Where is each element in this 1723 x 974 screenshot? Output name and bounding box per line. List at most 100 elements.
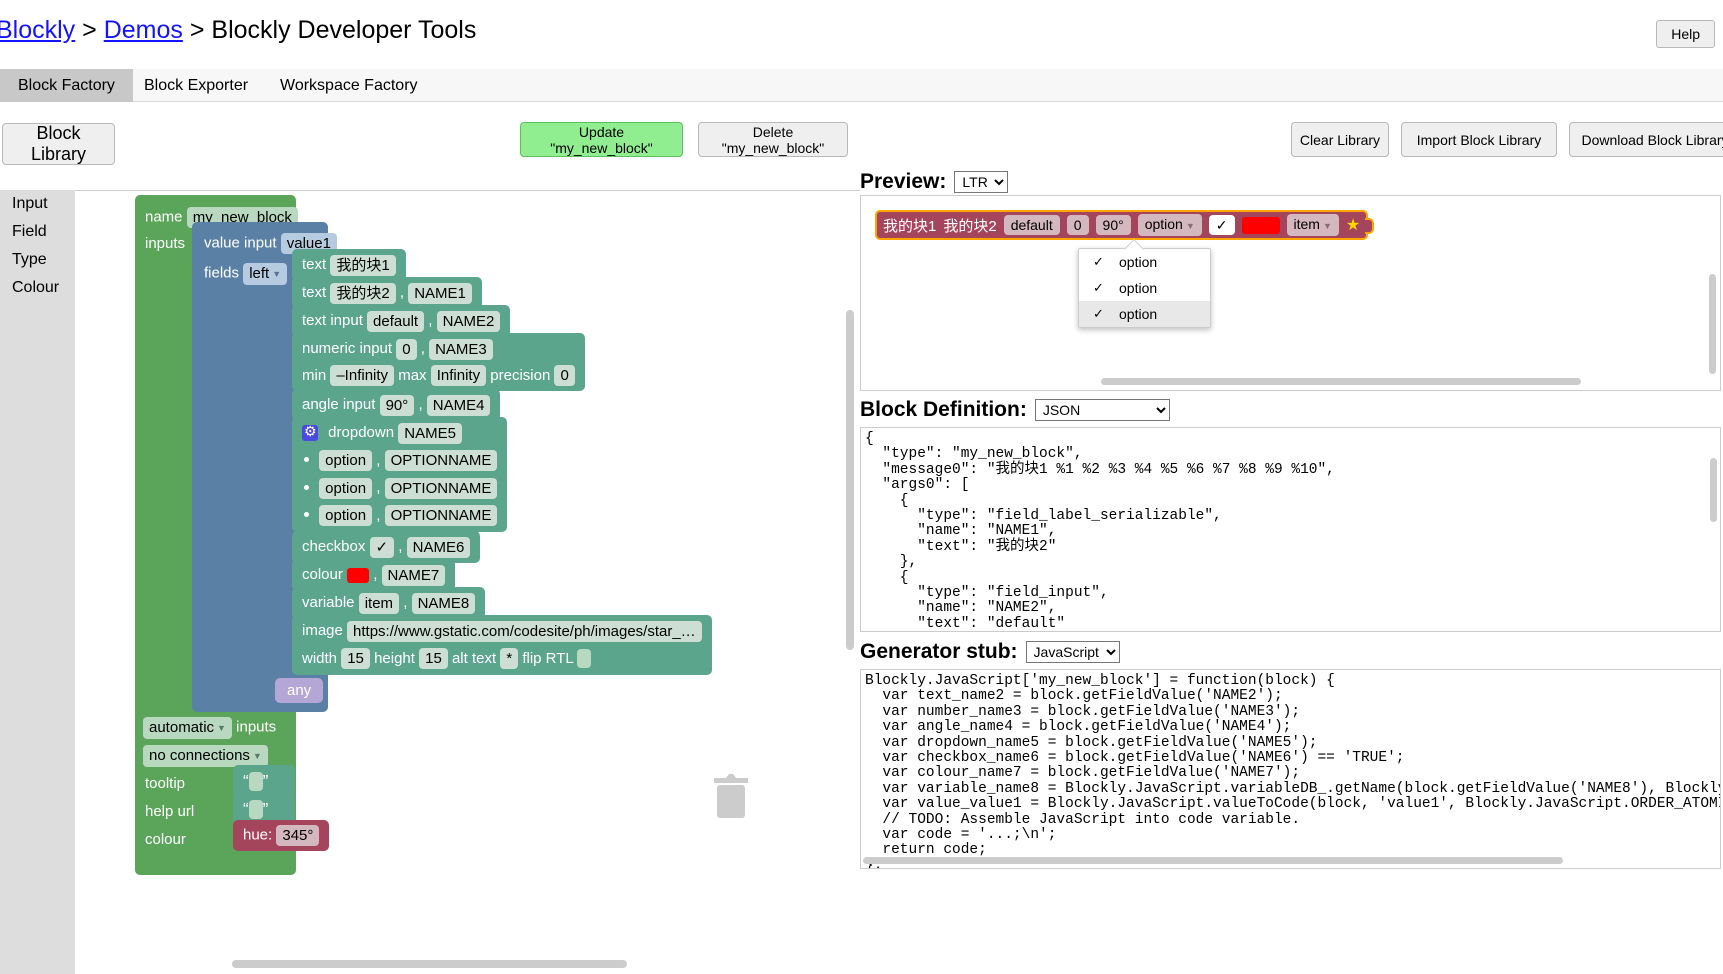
field-angle-value[interactable]: 90° <box>379 394 415 416</box>
field-image-src[interactable]: https://www.gstatic.com/codesite/ph/imag… <box>347 620 702 642</box>
toolbox-item-type[interactable]: Type <box>0 246 75 274</box>
gear-icon[interactable] <box>302 422 318 442</box>
definition-vertical-scrollbar[interactable] <box>1710 458 1717 522</box>
field-block-image[interactable]: image https://www.gstatic.com/codesite/p… <box>292 615 712 676</box>
field-name-value[interactable]: NAME2 <box>436 310 501 332</box>
field-flip-rtl-checkbox[interactable] <box>577 649 592 669</box>
download-block-library-button[interactable]: Download Block Library <box>1569 122 1723 157</box>
field-text-value[interactable]: 我的块2 <box>330 282 396 304</box>
inline-dropdown[interactable]: automatic ▼ <box>143 717 232 739</box>
block-workspace[interactable]: name my_new_block inputs automatic ▼ inpu… <box>75 190 860 974</box>
field-label: dropdown <box>328 424 395 441</box>
field-image-width[interactable]: 15 <box>341 648 370 670</box>
field-variable-value[interactable]: item <box>358 592 400 614</box>
field-label: numeric input <box>302 340 393 357</box>
type-any-block[interactable]: any <box>275 678 324 703</box>
field-name-value[interactable]: NAME1 <box>408 282 472 304</box>
tab-block-exporter[interactable]: Block Exporter <box>126 69 266 102</box>
dropdown-menu-item-selected[interactable]: ✓ option <box>1079 301 1210 327</box>
field-name-value[interactable]: NAME5 <box>398 422 462 444</box>
option-name-field[interactable]: OPTIONNAME <box>384 450 498 472</box>
field-block-variable[interactable]: variable item , NAME8 <box>292 587 486 619</box>
preview-checkbox-field[interactable]: ✓ <box>1208 215 1235 235</box>
generator-language-select[interactable]: JavaScript <box>1025 641 1120 663</box>
preview-angle-field[interactable]: 90° <box>1095 215 1131 235</box>
field-block-text-input[interactable]: text input default , NAME2 <box>292 305 511 337</box>
connections-dropdown[interactable]: no connections ▼ <box>143 745 268 767</box>
breadcrumb-link-demos[interactable]: Demos <box>104 16 183 44</box>
dropdown-menu-item[interactable]: ✓ option <box>1079 275 1210 301</box>
option-name-field[interactable]: OPTIONNAME <box>384 477 498 499</box>
bullet-icon <box>304 512 309 518</box>
field-block-dropdown[interactable]: dropdown NAME5 option , OPTIONNAME optio… <box>292 417 508 533</box>
dropdown-menu-item[interactable]: ✓ option <box>1079 249 1210 275</box>
delete-block-button[interactable]: Delete "my_new_block" <box>698 122 848 157</box>
quote-open-icon: “ <box>243 799 249 819</box>
preview-text-input-field[interactable]: default <box>1003 215 1060 235</box>
field-name-value[interactable]: NAME3 <box>429 338 493 360</box>
field-block-checkbox[interactable]: checkbox ✓ , NAME6 <box>292 531 481 563</box>
field-precision-value[interactable]: 0 <box>554 365 575 387</box>
field-block-angle[interactable]: angle input 90° , NAME4 <box>292 389 501 421</box>
preview-horizontal-scrollbar[interactable] <box>1101 378 1581 385</box>
toolbox-item-field[interactable]: Field <box>0 218 75 246</box>
block-definition-code[interactable]: { "type": "my_new_block", "message0": "我… <box>861 428 1720 631</box>
preview-dropdown-menu[interactable]: ✓ option ✓ option ✓ option <box>1078 239 1211 328</box>
field-name-value[interactable]: NAME6 <box>406 536 471 558</box>
preview-workspace[interactable]: 我的块1 我的块2 default 0 90° option ▼ ✓ item ▼ … <box>860 195 1721 391</box>
helpurl-value-field[interactable] <box>248 799 263 819</box>
preview-colour-field[interactable] <box>1241 216 1280 234</box>
preview-variable-field[interactable]: item ▼ <box>1286 214 1339 236</box>
field-image-height[interactable]: 15 <box>419 648 448 670</box>
field-align-dropdown[interactable]: left ▼ <box>243 263 288 285</box>
tab-block-factory[interactable]: Block Factory <box>0 69 133 102</box>
field-block-numeric[interactable]: numeric input 0 , NAME3 min –Infinity ma… <box>292 333 585 392</box>
field-name-value[interactable]: NAME7 <box>381 564 446 586</box>
preview-dropdown-field[interactable]: option ▼ <box>1137 214 1202 236</box>
preview-vertical-scrollbar[interactable] <box>1709 274 1716 374</box>
toolbox-item-input[interactable]: Input <box>0 190 75 218</box>
field-block-text-2[interactable]: text 我的块2 , NAME1 <box>292 277 482 309</box>
preview-direction-select[interactable]: LTR <box>954 171 1009 193</box>
preview-block[interactable]: 我的块1 我的块2 default 0 90° option ▼ ✓ item ▼ … <box>875 210 1375 240</box>
update-block-button[interactable]: Update "my_new_block" <box>520 122 683 157</box>
tooltip-text-block[interactable]: “” <box>233 765 295 797</box>
field-name-value[interactable]: NAME8 <box>411 592 476 614</box>
field-block-colour[interactable]: colour , NAME7 <box>292 559 456 591</box>
field-block-text-1[interactable]: text 我的块1 <box>292 249 406 281</box>
generator-stub-editor[interactable]: Blockly.JavaScript['my_new_block'] = fun… <box>860 669 1721 869</box>
field-numeric-value[interactable]: 0 <box>396 338 417 360</box>
tooltip-value-field[interactable] <box>248 771 263 791</box>
preview-number-field[interactable]: 0 <box>1066 215 1089 235</box>
field-max-value[interactable]: Infinity <box>430 365 487 387</box>
field-label: image <box>302 622 343 639</box>
block-definition-format-select[interactable]: JSON <box>1034 399 1170 421</box>
field-checkbox-value[interactable]: ✓ <box>369 536 395 558</box>
colour-hue-block[interactable]: hue: 345° <box>233 820 330 851</box>
tab-workspace-factory[interactable]: Workspace Factory <box>262 69 436 102</box>
import-block-library-button[interactable]: Import Block Library <box>1401 122 1557 157</box>
clear-library-button[interactable]: Clear Library <box>1291 122 1389 157</box>
toolbox-item-colour[interactable]: Colour <box>0 274 75 302</box>
field-name-value[interactable]: NAME4 <box>426 394 491 416</box>
option-name-field[interactable]: OPTIONNAME <box>384 505 498 527</box>
field-text-value[interactable]: 我的块1 <box>330 254 396 276</box>
generator-stub-code[interactable]: Blockly.JavaScript['my_new_block'] = fun… <box>861 670 1720 868</box>
max-label: max <box>398 366 427 384</box>
generator-horizontal-scrollbar[interactable] <box>863 857 1563 864</box>
help-button[interactable]: Help <box>1656 20 1715 48</box>
colour-swatch[interactable] <box>347 567 370 583</box>
hue-value-field[interactable]: 345° <box>276 825 320 846</box>
field-min-value[interactable]: –Infinity <box>330 365 395 387</box>
breadcrumb-link-blockly[interactable]: Blockly <box>0 16 75 44</box>
field-default-value[interactable]: default <box>367 310 425 332</box>
option-label-field[interactable]: option <box>319 477 373 499</box>
workspace-vertical-scrollbar[interactable] <box>846 310 854 650</box>
field-image-alt[interactable]: * <box>500 648 519 670</box>
block-definition-editor[interactable]: { "type": "my_new_block", "message0": "我… <box>860 427 1721 632</box>
option-label-field[interactable]: option <box>319 505 373 527</box>
option-label-field[interactable]: option <box>319 450 373 472</box>
workspace-horizontal-scrollbar[interactable] <box>232 960 627 968</box>
trash-can-icon[interactable] <box>710 768 752 820</box>
block-library-button[interactable]: Block Library <box>2 123 115 165</box>
